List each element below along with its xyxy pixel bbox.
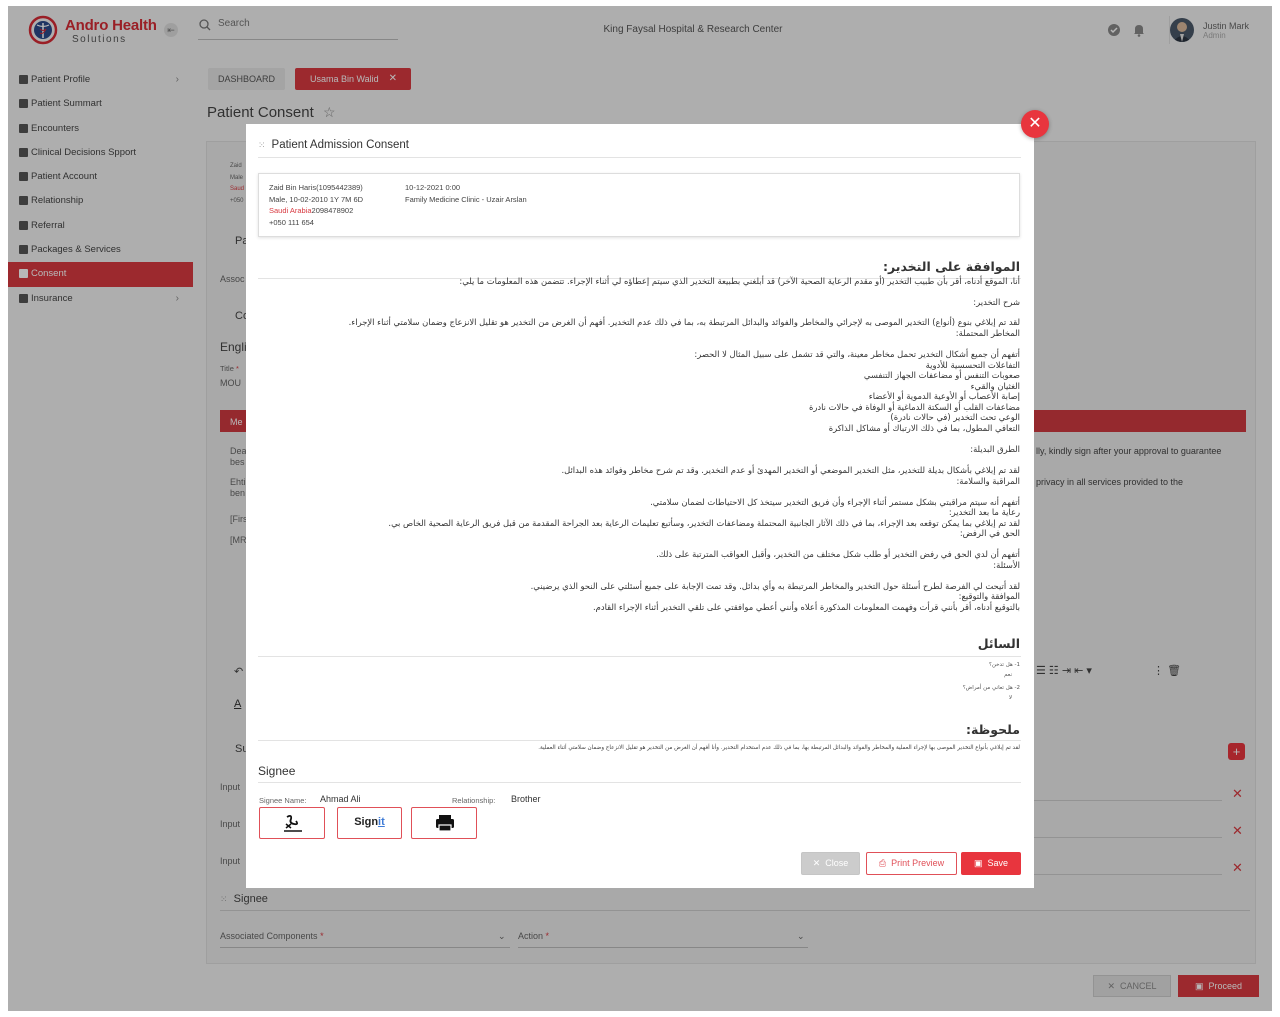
consent-line: شرح التخدير: [973,297,1020,307]
visit-date: 10-12-2021 0:00 [405,183,461,192]
note-text: لقد تم إبلاغي بأنواع التخدير الموصى بها … [538,745,1020,751]
relationship-value: Brother [511,794,541,804]
printer-icon: ⎙ [878,858,887,868]
print-signature-button[interactable] [411,807,477,839]
print-preview-button[interactable]: ⎙ Print Preview [866,852,957,875]
visit-clinic: Family Medicine Clinic - Uzair Arslan [405,195,527,204]
question-1: 1- هل تدخن؟ [989,662,1020,668]
questions-heading: السائل [977,636,1020,651]
questions-divider [258,656,1021,657]
consent-line: لقد تم إبلاغي بأشكال بديلة للتخدير، مثل … [561,465,1020,475]
consent-line: الحق في الرفض: [959,528,1020,538]
consent-line: أتفهم أنه سيتم مراقبتي بشكل مستمر أثناء … [650,497,1020,507]
consent-line: المراقبة والسلامة: [956,476,1020,486]
patient-demographics: Male, 10-02-2010 1Y 7M 6D [269,195,364,204]
patient-phone: +050 111 654 [269,218,314,227]
signee-name-value: Ahmad Ali [320,794,361,804]
consent-line: أتفهم أن جميع أشكال التخدير تحمل مخاطر م… [694,349,1020,359]
consent-line: لقد تم إبلاغي بنوع (أنواع) التخدير الموص… [348,317,1020,327]
note-divider [258,740,1021,741]
relationship-label: Relationship: [452,796,496,805]
consent-line: المخاطر المحتملة: [955,328,1020,338]
patient-info-card: Zaid Bin Haris(1095442389) Male, 10-02-2… [258,173,1020,237]
consent-line: إصابة الأعصاب أو الأوعية الدموية أو الأع… [868,391,1020,401]
consent-heading: الموافقة على التخدير: [882,259,1020,274]
answer-1: نعم [1004,672,1012,678]
signee-divider [258,782,1021,783]
question-2: 2- هل تعاني من أمراض؟ [962,685,1020,691]
patient-name-id: Zaid Bin Haris(1095442389) [269,183,363,192]
save-icon: ▣ [973,858,983,868]
consent-line: لقد تم إبلاغي بما يمكن توقعه بعد الإجراء… [388,518,1020,528]
consent-line: الأسئلة: [993,560,1020,570]
consent-line: التعافي المطول، بما في ذلك الارتباك أو م… [828,423,1020,433]
consent-line: لقد أتيحت لي الفرصة لطرح أسئلة حول التخد… [530,581,1020,591]
grip-icon: ⁙ [258,140,266,150]
app-window: Andro Health Solutions ⇤ King Faysal Hos… [8,6,1272,1011]
signee-name-label: Signee Name: [259,796,307,805]
signee-heading: Signee [258,764,296,778]
note-heading: ملحوظة: [965,722,1020,737]
consent-line: مضاعفات القلب أو السكتة الدماغية أو الوف… [808,402,1020,412]
signit-button[interactable]: Signit [337,807,402,839]
consent-line: بالتوقيع أدناه، أقر بأنني قرأت وفهمت الم… [593,602,1020,612]
consent-line: أنا، الموقع أدناه، أقر بأن طبيب التخدير … [459,276,1020,286]
consent-line: الطرق البديلة: [970,444,1020,454]
modal-title-divider [258,157,1021,158]
consent-line: التفاعلات التحسسية للأدوية [925,360,1020,370]
consent-modal: ⁙ Patient Admission Consent Zaid Bin Hari… [246,124,1034,888]
modal-title: ⁙ Patient Admission Consent [258,139,409,151]
close-button[interactable]: ✕ Close [801,852,860,875]
signature-pad-button[interactable] [259,807,325,839]
consent-line: الوعي تحت التخدير (في حالات نادرة) [890,412,1020,422]
consent-line: صعوبات التنفس أو مضاعفات الجهاز التنفسي [863,370,1020,380]
printer-icon [436,815,454,832]
consent-line: الموافقة والتوقيع: [958,591,1020,601]
signature-icon [284,814,302,832]
consent-line: رعاية ما بعد التخدير: [948,507,1020,517]
save-button[interactable]: ▣ Save [961,852,1021,875]
answer-2: لا [1008,695,1012,701]
patient-country-nid: Saudi Arabia2098478902 [269,206,354,215]
modal-close-icon[interactable]: ✕ [1021,110,1049,138]
consent-line: أتفهم أن لدي الحق في رفض التخدير أو طلب … [656,549,1020,559]
consent-line: الغثيان والقيء [970,381,1020,391]
